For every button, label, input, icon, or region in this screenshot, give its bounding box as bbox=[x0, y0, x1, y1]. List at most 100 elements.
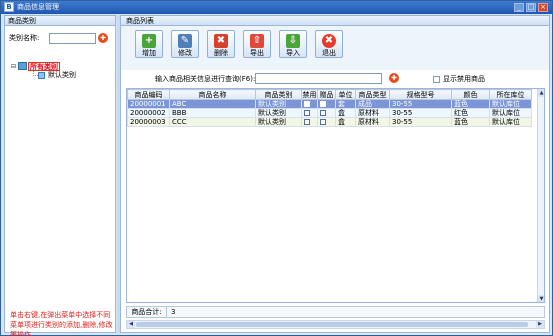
cell-name: CCC bbox=[169, 117, 256, 127]
gift-checkbox[interactable] bbox=[320, 110, 326, 116]
total-label: 商品合计: bbox=[127, 307, 167, 317]
column-header[interactable]: 单位 bbox=[335, 89, 356, 100]
search-wrench-icon[interactable]: ✚ bbox=[389, 73, 399, 83]
edit-button[interactable]: ✎ 修改 bbox=[171, 30, 199, 58]
table-row[interactable]: 20000002 BBB 默认类别 盒 原材料 30-55 红色 默认库位 bbox=[127, 108, 532, 118]
column-header[interactable]: 颜色 bbox=[451, 89, 490, 100]
cell-disabled bbox=[301, 117, 318, 127]
delete-button[interactable]: ✖ 删除 bbox=[207, 30, 235, 58]
horizontal-scrollbar[interactable]: ◀ ▶ bbox=[126, 320, 545, 329]
folder-icon bbox=[38, 72, 45, 79]
cell-category: 默认类别 bbox=[255, 108, 302, 118]
cell-location: 默认库位 bbox=[489, 117, 532, 127]
cell-gift bbox=[317, 108, 336, 118]
add-button-label: 增加 bbox=[142, 49, 156, 57]
scroll-down-icon[interactable]: ▼ bbox=[538, 295, 544, 302]
column-header[interactable]: 规格型号 bbox=[389, 89, 452, 100]
search-label: 输入商品相关信息进行查询(F6): bbox=[155, 75, 256, 83]
cell-type: 成品 bbox=[355, 99, 390, 109]
category-name-input[interactable] bbox=[49, 33, 96, 44]
cell-disabled bbox=[301, 108, 318, 118]
cell-name: ABC bbox=[169, 99, 256, 109]
cell-code: 20000001 bbox=[127, 99, 170, 109]
table-row[interactable]: 20000001 ABC 默认类别 套 成品 30-55 蓝色 默认库位 bbox=[127, 99, 532, 109]
column-header[interactable]: 商品类型 bbox=[355, 89, 390, 100]
vertical-scrollbar[interactable]: ▲ ▼ bbox=[537, 89, 544, 302]
minimize-button[interactable]: _ bbox=[514, 3, 524, 12]
window-title: 商品信息管理 bbox=[17, 3, 59, 11]
import-button-label: 导入 bbox=[286, 49, 300, 57]
title-bar[interactable]: B 商品信息管理 _ □ × bbox=[1, 1, 552, 14]
category-panel: 商品类别 类别名称: ✚ ⊟ 所有类别 默认类别 单击右键,在弹出菜单中选择不同… bbox=[4, 15, 116, 336]
cell-code: 20000003 bbox=[127, 117, 170, 127]
main-window: B 商品信息管理 _ □ × 商品类别 类别名称: ✚ ⊟ 所有类别 默认类别 … bbox=[0, 0, 553, 336]
cell-name: BBB bbox=[169, 108, 256, 118]
cell-gift bbox=[317, 99, 336, 109]
cell-color: 蓝色 bbox=[451, 117, 490, 127]
cell-unit: 盒 bbox=[335, 117, 356, 127]
export-button-label: 导出 bbox=[250, 49, 264, 57]
app-icon: B bbox=[4, 2, 14, 12]
tree-collapse-icon[interactable]: ⊟ bbox=[11, 64, 17, 70]
gift-checkbox[interactable] bbox=[320, 119, 326, 125]
disabled-checkbox[interactable] bbox=[304, 101, 310, 107]
delete-button-label: 删除 bbox=[214, 49, 228, 57]
edit-button-label: 修改 bbox=[178, 49, 192, 57]
show-disabled-checkbox[interactable] bbox=[433, 76, 440, 83]
column-header[interactable]: 赠品 bbox=[317, 89, 336, 100]
cell-spec: 30-55 bbox=[389, 117, 452, 127]
cell-gift bbox=[317, 117, 336, 127]
product-table: 商品编码 商品名称 商品类别 禁用 赠品 单位 商品类型 规格型号 颜色 所在库… bbox=[127, 89, 532, 127]
table-header: 商品编码 商品名称 商品类别 禁用 赠品 单位 商品类型 规格型号 颜色 所在库… bbox=[127, 89, 532, 100]
product-panel-title: 商品列表 bbox=[121, 16, 549, 26]
disabled-checkbox[interactable] bbox=[304, 119, 310, 125]
maximize-button[interactable]: □ bbox=[526, 3, 536, 12]
usage-hint: 单击右键,在弹出菜单中选择不同菜单项进行类别的添加,删除,修改等操作 bbox=[10, 311, 113, 336]
column-header[interactable]: 商品类别 bbox=[255, 89, 302, 100]
export-up-icon: ⇧ bbox=[250, 34, 264, 48]
exit-icon: ✖ bbox=[322, 34, 336, 48]
product-panel: 商品列表 + 增加 ✎ 修改 ✖ 删除 ⇧ 导出 ⇩ 导入 ✖ 退出 输入商品相… bbox=[120, 15, 550, 333]
scroll-left-icon[interactable]: ◀ bbox=[127, 321, 135, 328]
category-name-label: 类别名称: bbox=[9, 34, 40, 42]
edit-icon: ✎ bbox=[178, 34, 192, 48]
grid-footer: 商品合计: 3 bbox=[126, 306, 545, 318]
scroll-thumb[interactable] bbox=[136, 322, 528, 327]
export-button[interactable]: ⇧ 导出 bbox=[243, 30, 271, 58]
folder-icon bbox=[18, 62, 27, 70]
exit-button-label: 退出 bbox=[322, 49, 336, 57]
import-down-icon: ⇩ bbox=[286, 34, 300, 48]
tree-node-all-categories[interactable]: 所有类别 bbox=[28, 62, 60, 71]
table-row[interactable]: 20000003 CCC 默认类别 盒 原材料 30-55 蓝色 默认库位 bbox=[127, 117, 532, 127]
add-button[interactable]: + 增加 bbox=[135, 30, 163, 58]
product-grid: 商品编码 商品名称 商品类别 禁用 赠品 单位 商品类型 规格型号 颜色 所在库… bbox=[126, 88, 545, 303]
cell-type: 原材料 bbox=[355, 117, 390, 127]
column-header[interactable]: 所在库位 bbox=[489, 89, 532, 100]
cell-unit: 套 bbox=[335, 99, 356, 109]
exit-button[interactable]: ✖ 退出 bbox=[315, 30, 343, 58]
category-search-wrench-icon[interactable]: ✚ bbox=[98, 33, 108, 43]
tree-node-default-category[interactable]: 默认类别 bbox=[48, 71, 76, 80]
cell-disabled bbox=[301, 99, 318, 109]
cell-color: 红色 bbox=[451, 108, 490, 118]
add-icon: + bbox=[142, 34, 156, 48]
scroll-right-icon[interactable]: ▶ bbox=[536, 321, 544, 328]
show-disabled-label: 显示禁用商品 bbox=[443, 75, 485, 83]
disabled-checkbox[interactable] bbox=[304, 110, 310, 116]
import-button[interactable]: ⇩ 导入 bbox=[279, 30, 307, 58]
column-header[interactable]: 商品名称 bbox=[169, 89, 256, 100]
cell-color: 蓝色 bbox=[451, 99, 490, 109]
category-panel-title: 商品类别 bbox=[5, 16, 115, 26]
search-input[interactable] bbox=[255, 73, 382, 84]
total-value: 3 bbox=[171, 308, 176, 316]
column-header[interactable]: 商品编码 bbox=[127, 89, 170, 100]
scroll-up-icon[interactable]: ▲ bbox=[538, 89, 544, 97]
close-button[interactable]: × bbox=[538, 3, 548, 12]
column-header[interactable]: 禁用 bbox=[301, 89, 318, 100]
cell-location: 默认库位 bbox=[489, 99, 532, 109]
cell-spec: 30-55 bbox=[389, 99, 452, 109]
cell-location: 默认库位 bbox=[489, 108, 532, 118]
cell-code: 20000002 bbox=[127, 108, 170, 118]
cell-category: 默认类别 bbox=[255, 99, 302, 109]
gift-checkbox[interactable] bbox=[320, 101, 326, 107]
